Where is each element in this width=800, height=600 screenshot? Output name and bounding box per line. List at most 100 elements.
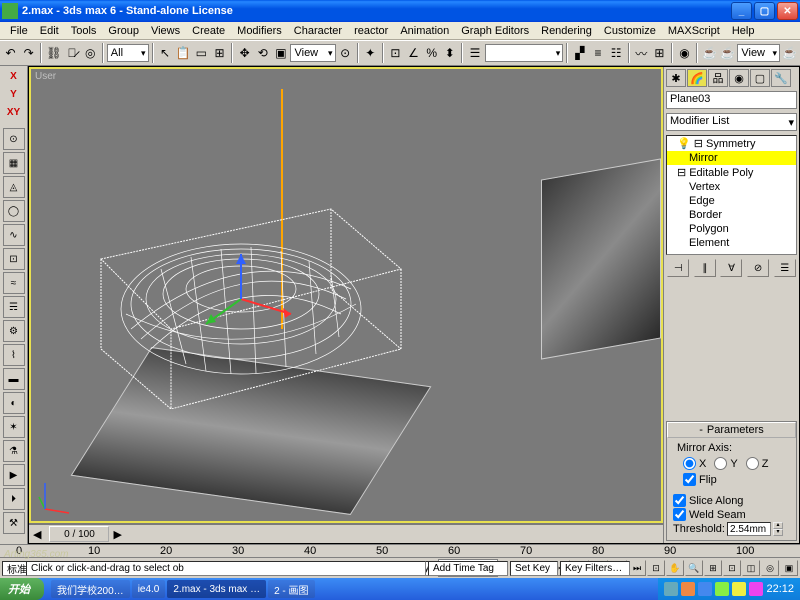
axis-y-radio[interactable]: Y — [714, 457, 737, 470]
zoom-button[interactable]: 🔍 — [685, 560, 703, 576]
render-combo[interactable]: View — [737, 44, 780, 62]
move-button[interactable]: ✥ — [236, 43, 253, 63]
reactor-utility-button[interactable]: ⚒ — [3, 512, 25, 534]
add-time-tag-button[interactable]: Add Time Tag — [428, 561, 508, 576]
select-by-name-button[interactable]: 📋 — [175, 43, 192, 63]
ref-coord-combo[interactable]: View — [290, 44, 335, 62]
menu-group[interactable]: Group — [102, 23, 145, 39]
reactor-fracture-button[interactable]: ✶ — [3, 416, 25, 438]
reactor-wind-button[interactable]: ☴ — [3, 296, 25, 318]
reactor-analyze-button[interactable]: ⚗ — [3, 440, 25, 462]
reactor-cloth-button[interactable]: ◬ — [3, 176, 25, 198]
menu-modifiers[interactable]: Modifiers — [231, 23, 288, 39]
reactor-deform-button[interactable]: ⊡ — [3, 248, 25, 270]
stack-edge[interactable]: Edge — [667, 194, 796, 208]
show-end-result-button[interactable]: ∥ — [694, 259, 716, 277]
snap-toggle[interactable]: ⊡ — [387, 43, 404, 63]
stack-symmetry[interactable]: 💡 ⊟Symmetry — [667, 136, 796, 151]
center-button[interactable]: ⊙ — [337, 43, 354, 63]
remove-modifier-button[interactable]: ⊘ — [747, 259, 769, 277]
slice-along-checkbox[interactable]: Slice Along — [673, 494, 790, 507]
reactor-spring-button[interactable]: ⌇ — [3, 344, 25, 366]
task-item-1[interactable]: 我们学校200… — [51, 580, 130, 598]
zoom-all-button[interactable]: ⊞ — [704, 560, 722, 576]
layers-button[interactable]: ☷ — [608, 43, 625, 63]
menu-graph-editors[interactable]: Graph Editors — [455, 23, 535, 39]
menu-customize[interactable]: Customize — [598, 23, 662, 39]
menu-edit[interactable]: Edit — [34, 23, 65, 39]
reactor-toy-button[interactable]: ◐ — [3, 392, 25, 414]
stack-vertex[interactable]: Vertex — [667, 180, 796, 194]
task-item-3[interactable]: 2.max - 3ds max … — [167, 580, 266, 598]
reactor-water-button[interactable]: ≈ — [3, 272, 25, 294]
key-filters-button[interactable]: Key Filters… — [560, 561, 630, 576]
tray-icon[interactable] — [681, 582, 695, 596]
menu-animation[interactable]: Animation — [394, 23, 455, 39]
menu-help[interactable]: Help — [726, 23, 761, 39]
maximize-button[interactable]: ▢ — [754, 2, 775, 20]
angle-snap-toggle[interactable]: ∠ — [405, 43, 422, 63]
modifier-stack[interactable]: 💡 ⊟Symmetry Mirror ⊟Editable Poly Vertex… — [666, 135, 797, 255]
zoom-extents-button[interactable]: ⊡ — [723, 560, 741, 576]
threshold-spin-down[interactable]: ▾ — [773, 529, 783, 536]
reactor-plane-button[interactable]: ▬ — [3, 368, 25, 390]
named-selection-combo[interactable]: ☰ — [466, 43, 483, 63]
manipulate-button[interactable]: ✦ — [362, 43, 379, 63]
window-crossing-button[interactable]: ⊞ — [211, 43, 228, 63]
time-slider-thumb[interactable]: 0 / 100 — [49, 526, 109, 542]
pan-view-button[interactable]: ✋ — [666, 560, 684, 576]
render-last-button[interactable]: ☕ — [781, 43, 798, 63]
menu-file[interactable]: File — [4, 23, 34, 39]
goto-end-button[interactable]: ⏭ — [628, 560, 646, 576]
rollout-header-parameters[interactable]: -Parameters — [667, 422, 796, 438]
menu-views[interactable]: Views — [145, 23, 186, 39]
configure-sets-button[interactable]: ☰ — [774, 259, 796, 277]
scale-button[interactable]: ▣ — [272, 43, 289, 63]
task-item-2[interactable]: ie4.0 — [132, 580, 166, 598]
reactor-rope-button[interactable]: ∿ — [3, 224, 25, 246]
arc-rotate-button[interactable]: ◎ — [761, 560, 779, 576]
axis-x-radio[interactable]: X — [683, 457, 706, 470]
time-slider[interactable]: ◀ 0 / 100 ▶ — [29, 525, 663, 543]
weld-seam-checkbox[interactable]: Weld Seam — [673, 508, 790, 521]
menu-reactor[interactable]: reactor — [348, 23, 394, 39]
make-unique-button[interactable]: ∀ — [720, 259, 742, 277]
axis-x-label[interactable]: X — [3, 68, 25, 84]
curve-editor-button[interactable]: 〰 — [633, 43, 650, 63]
bind-button[interactable]: ◎ — [82, 43, 99, 63]
tray-icon[interactable] — [749, 582, 763, 596]
mirror-button[interactable]: ▞ — [571, 43, 588, 63]
timeline-ruler[interactable]: 0 10 20 30 40 50 60 70 80 90 100 — [0, 545, 800, 558]
minimize-button[interactable]: _ — [731, 2, 752, 20]
tray-icon[interactable] — [715, 582, 729, 596]
percent-snap-toggle[interactable]: % — [423, 43, 440, 63]
modifier-list-combo[interactable]: Modifier List — [666, 113, 797, 131]
stack-polygon[interactable]: Polygon — [667, 222, 796, 236]
redo-button[interactable]: ↷ — [20, 43, 37, 63]
tab-motion[interactable]: ◉ — [729, 69, 749, 87]
stack-border[interactable]: Border — [667, 208, 796, 222]
menu-tools[interactable]: Tools — [65, 23, 103, 39]
material-editor-button[interactable]: ◉ — [676, 43, 693, 63]
reactor-play-button[interactable]: ⏵ — [3, 488, 25, 510]
tray-icon[interactable] — [732, 582, 746, 596]
menu-create[interactable]: Create — [186, 23, 231, 39]
quick-render-button[interactable]: ☕ — [719, 43, 736, 63]
stack-element[interactable]: Element — [667, 236, 796, 250]
axis-z-radio[interactable]: Z — [746, 457, 769, 470]
threshold-spin-up[interactable]: ▴ — [773, 522, 783, 529]
maximize-viewport-button[interactable]: ▣ — [780, 560, 798, 576]
spinner-snap-toggle[interactable]: ⬍ — [441, 43, 458, 63]
render-scene-button[interactable]: ☕ — [701, 43, 718, 63]
reactor-preview-button[interactable]: ▶ — [3, 464, 25, 486]
reactor-create-button[interactable]: ⊙ — [3, 128, 25, 150]
reactor-rigid-button[interactable]: ▦ — [3, 152, 25, 174]
tab-hierarchy[interactable]: 品 — [708, 69, 728, 87]
reactor-motor-button[interactable]: ⚙ — [3, 320, 25, 342]
menu-maxscript[interactable]: MAXScript — [662, 23, 726, 39]
axis-xy-label[interactable]: XY — [3, 104, 25, 120]
tab-display[interactable]: ▢ — [750, 69, 770, 87]
set-key-button[interactable]: Set Key — [510, 561, 558, 576]
stack-mirror[interactable]: Mirror — [667, 151, 796, 165]
selection-filter-combo[interactable]: All — [107, 44, 149, 62]
